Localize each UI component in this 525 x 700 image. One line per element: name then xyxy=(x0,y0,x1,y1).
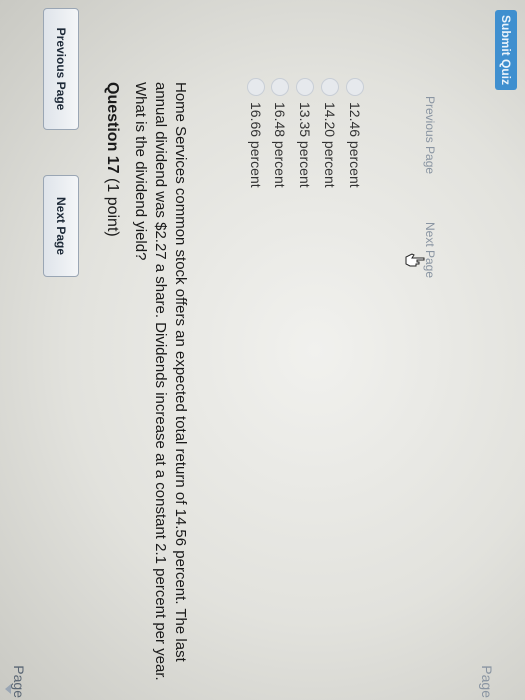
radio-button[interactable] xyxy=(346,78,364,96)
answer-label: 16.66 percent xyxy=(248,102,264,188)
radio-button[interactable] xyxy=(321,78,339,96)
answer-option[interactable]: 16.66 percent xyxy=(245,78,267,188)
radio-button[interactable] xyxy=(296,78,314,96)
previous-page-button[interactable]: Previous Page xyxy=(43,8,79,130)
next-page-link[interactable]: Next Page xyxy=(423,222,437,278)
answer-label: 14.20 percent xyxy=(322,102,338,188)
next-page-button[interactable]: Next Page xyxy=(43,175,79,277)
answer-label: 13.35 percent xyxy=(297,102,313,188)
submit-quiz-button[interactable]: Submit Quiz xyxy=(495,10,517,90)
radio-button[interactable] xyxy=(271,78,289,96)
answer-option[interactable]: 16.48 percent xyxy=(269,78,291,188)
answer-option[interactable]: 14.20 percent xyxy=(319,78,341,188)
quiz-page: Page Page Previous Page Next Page Questi… xyxy=(0,0,525,700)
answer-label: 16.48 percent xyxy=(272,102,288,188)
answer-label: 12.46 percent xyxy=(347,102,363,188)
radio-button[interactable] xyxy=(247,78,265,96)
question-text: Home Services common stock offers an exp… xyxy=(132,82,189,681)
question-number: Question 17 xyxy=(104,82,121,174)
answer-option[interactable]: 12.46 percent xyxy=(344,78,366,188)
question-title: Question 17 (1 point) xyxy=(103,82,121,237)
hand-cursor-icon xyxy=(405,253,425,267)
previous-page-link[interactable]: Previous Page xyxy=(423,96,437,174)
chevron-down-icon xyxy=(1,684,11,694)
page-label-bottom: Page xyxy=(479,665,495,698)
question-points: (1 point) xyxy=(104,178,121,237)
page-label-top: Page xyxy=(11,665,27,698)
answer-option[interactable]: 13.35 percent xyxy=(294,78,316,188)
